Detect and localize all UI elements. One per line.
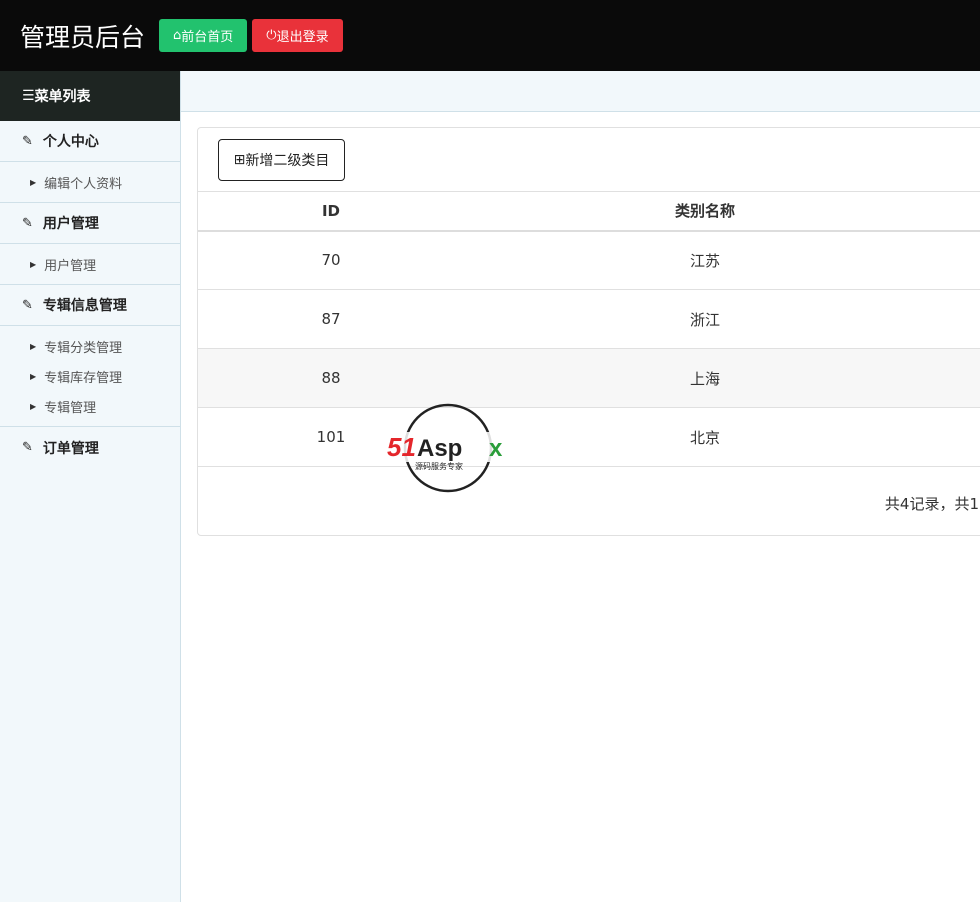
sidebar-item-album-stock[interactable]: ▶ 专辑库存管理 [0, 361, 180, 391]
category-panel: ⊞ 新增二级类目 ID 类别名称 70 江苏 87 浙江 88 上海 101 北京 共4记… [197, 127, 980, 536]
sidebar: ☰ 菜单列表 ✎ 个人中心 ▶ 编辑个人资料 ✎ 用户管理 ▶ 用户管理 ✎ 专辑信息管理 … [0, 71, 181, 902]
edit-icon: ✎ [22, 133, 33, 149]
edit-icon: ✎ [22, 297, 33, 313]
add-subcategory-button[interactable]: ⊞ 新增二级类目 [218, 139, 345, 181]
caret-right-icon: ▶ [30, 371, 37, 381]
caret-right-icon: ▶ [30, 341, 37, 351]
watermark-logo: 51 Asp x 源码服务专家 [385, 403, 513, 493]
table-row: 70 江苏 [198, 230, 980, 290]
sidebar-item-edit-profile[interactable]: ▶ 编辑个人资料 [0, 167, 180, 197]
sidebar-group-users[interactable]: ✎ 用户管理 [0, 203, 180, 244]
content-topbar [181, 71, 980, 112]
column-header-name: 类别名称 [464, 191, 946, 232]
power-icon: ⏻ [266, 28, 277, 43]
svg-text:x: x [489, 435, 503, 462]
sidebar-group-albums[interactable]: ✎ 专辑信息管理 [0, 285, 180, 326]
table-row: 88 上海 [198, 348, 980, 408]
sidebar-group-orders[interactable]: ✎ 订单管理 [0, 427, 180, 468]
sidebar-group-personal[interactable]: ✎ 个人中心 [0, 121, 180, 162]
pagination-summary: 共4记录，共1 [884, 495, 979, 513]
home-button[interactable]: ⌂ 前台首页 [159, 19, 248, 52]
caret-right-icon: ▶ [30, 177, 37, 187]
column-header-id: ID [198, 191, 464, 232]
home-icon: ⌂ [173, 28, 182, 43]
table-row: 101 北京 [198, 407, 980, 467]
svg-text:51: 51 [387, 432, 416, 462]
category-table: ID 类别名称 70 江苏 87 浙江 88 上海 101 北京 [198, 191, 980, 467]
edit-icon: ✎ [22, 440, 33, 455]
list-icon: ☰ [22, 88, 35, 104]
caret-right-icon: ▶ [30, 401, 37, 411]
svg-text:源码服务专家: 源码服务专家 [415, 461, 463, 471]
caret-right-icon: ▶ [30, 259, 37, 269]
top-header: 管理员后台 ⌂ 前台首页 ⏻ 退出登录 [0, 0, 980, 71]
menu-header: ☰ 菜单列表 [0, 71, 180, 121]
plus-square-icon: ⊞ [233, 152, 246, 168]
sidebar-item-album-category[interactable]: ▶ 专辑分类管理 [0, 331, 180, 361]
sidebar-item-albums[interactable]: ▶ 专辑管理 [0, 391, 180, 421]
svg-text:Asp: Asp [417, 435, 462, 462]
sidebar-item-users[interactable]: ▶ 用户管理 [0, 249, 180, 279]
logout-button[interactable]: ⏻ 退出登录 [252, 19, 343, 52]
app-title: 管理员后台 [20, 22, 146, 52]
edit-icon: ✎ [22, 215, 33, 231]
table-row: 87 浙江 [198, 289, 980, 349]
